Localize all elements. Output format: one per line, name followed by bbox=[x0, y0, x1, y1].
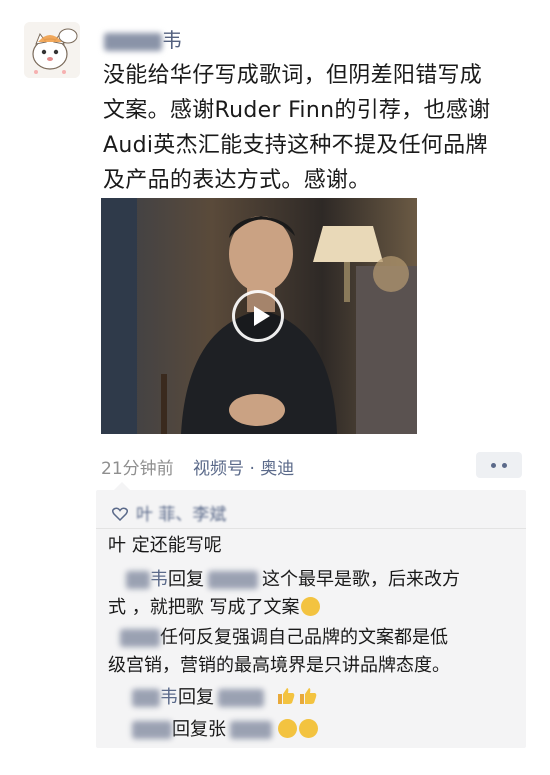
comment-text: 这个最早是歌，后来改方 bbox=[262, 569, 460, 590]
blurred-name bbox=[230, 721, 272, 739]
comment-text: 叶 定还能写呢 bbox=[108, 535, 222, 556]
cartoon-avatar-icon bbox=[24, 22, 80, 78]
divider bbox=[96, 528, 526, 529]
blurred-name bbox=[126, 571, 150, 589]
reply-word: 回复张 bbox=[172, 719, 226, 740]
post-text-line: 及产品的表达方式。感谢。 bbox=[103, 168, 371, 193]
avatar[interactable] bbox=[24, 22, 80, 78]
comment-text: 式 ，就把歌 写成了文案 bbox=[108, 597, 300, 618]
facepalm-emoji-icon bbox=[299, 719, 318, 738]
post-text-line: 没能给华仔写成歌词，但阴差阳错写成 bbox=[103, 63, 483, 88]
comment-text: 任何反复强调自己品牌的文案都是低 bbox=[160, 627, 448, 648]
likes-row: 叶 菲、李斌 bbox=[112, 500, 226, 525]
post-meta: 21分钟前 视频号 · 奥迪 bbox=[101, 454, 294, 479]
comment-item[interactable]: 叶 定还能写呢 bbox=[108, 532, 516, 560]
comments-panel: 叶 菲、李斌 叶 定还能写呢 韦回复 这个最早是歌，后来改方 式 ，就把歌 写成了… bbox=[96, 482, 526, 748]
reply-word: 回复 bbox=[168, 569, 204, 590]
reply-word: 回复 bbox=[178, 687, 214, 708]
play-button[interactable] bbox=[232, 290, 284, 342]
post-author-name[interactable]: 韦 bbox=[104, 24, 184, 53]
post-text-line: 文案。感谢Ruder Finn的引荐，也感谢 bbox=[103, 98, 491, 123]
blurred-name bbox=[132, 689, 160, 707]
blurred-name bbox=[104, 32, 162, 51]
post-text-line: Audi英杰汇能支持这种不提及任何品牌 bbox=[103, 133, 488, 158]
dot-icon bbox=[491, 463, 496, 468]
heart-icon bbox=[112, 507, 128, 521]
facepalm-emoji-icon bbox=[278, 719, 297, 738]
blurred-name bbox=[218, 689, 264, 707]
comment-item[interactable]: 韦回复 这个最早是歌，后来改方 式 ，就把歌 写成了文案 bbox=[108, 566, 516, 622]
thumbs-up-icon bbox=[277, 688, 295, 704]
more-actions-button[interactable] bbox=[476, 452, 522, 478]
comment-item[interactable]: 韦回复 bbox=[108, 684, 516, 712]
comment-author[interactable]: 韦 bbox=[160, 687, 178, 708]
dot-icon bbox=[502, 463, 507, 468]
blurred-name bbox=[132, 721, 172, 739]
blurred-name bbox=[208, 571, 258, 589]
comment-author[interactable]: 韦 bbox=[150, 569, 168, 590]
grimace-emoji-icon bbox=[301, 597, 321, 616]
blurred-name bbox=[120, 629, 160, 647]
comment-item[interactable]: 任何反复强调自己品牌的文案都是低 级宫销，营销的最高境界是只讲品牌态度。 bbox=[108, 624, 516, 680]
comment-text: 级宫销，营销的最高境界是只讲品牌态度。 bbox=[108, 655, 450, 676]
comment-item[interactable]: 回复张 bbox=[108, 716, 516, 744]
thumbs-up-icon bbox=[299, 688, 317, 704]
post-time: 21分钟前 bbox=[101, 459, 174, 479]
likes-names[interactable]: 叶 菲、李斌 bbox=[136, 505, 226, 525]
post-text: 没能给华仔写成歌词，但阴差阳错写成 文案。感谢Ruder Finn的引荐，也感谢… bbox=[103, 58, 528, 198]
post-source-link[interactable]: 视频号 · 奥迪 bbox=[193, 459, 294, 479]
